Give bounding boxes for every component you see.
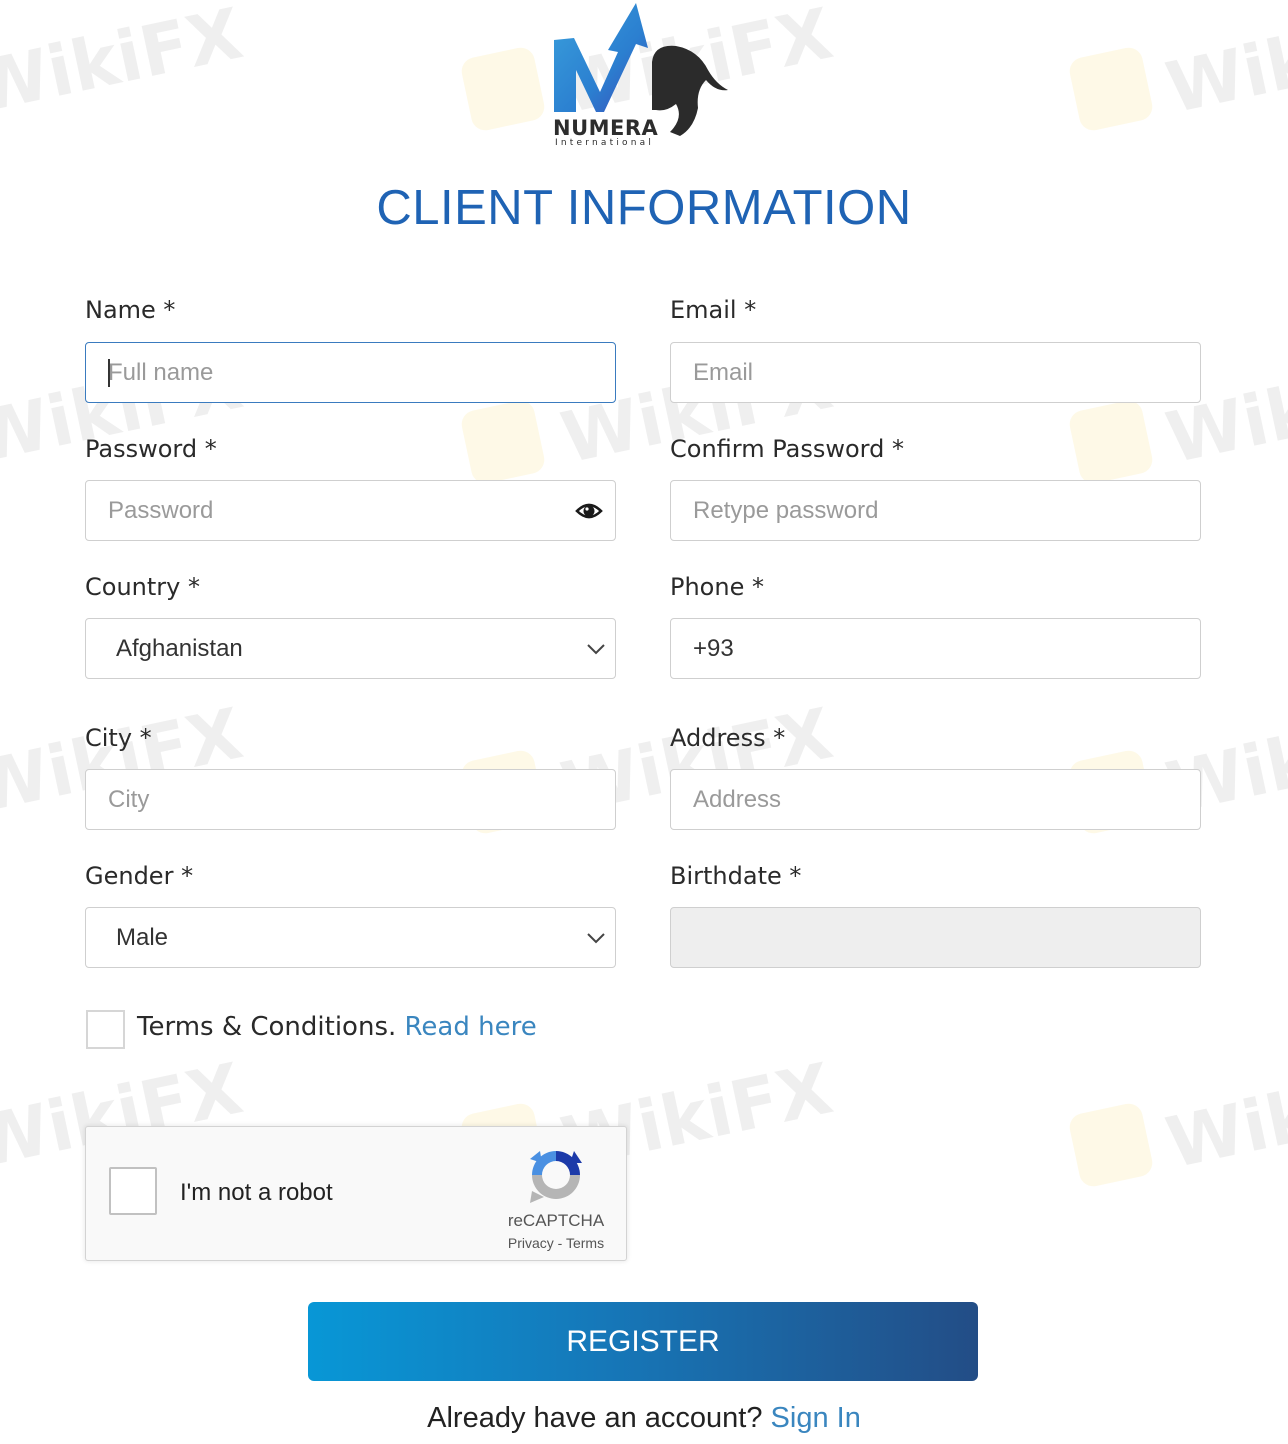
terms-read-here-link[interactable]: Read here [405, 1012, 537, 1042]
watermark-badge [1067, 45, 1155, 133]
name-placeholder: Full name [108, 358, 214, 386]
watermark-badge [459, 398, 547, 486]
password-input[interactable]: Password [85, 480, 616, 541]
terms-label: Terms & Conditions. [137, 1012, 405, 1042]
eye-icon[interactable] [575, 499, 603, 523]
brand-name: NUMERA [553, 116, 659, 140]
watermark: WikiFX [1159, 1047, 1288, 1185]
recaptcha-checkbox[interactable] [109, 1167, 157, 1215]
email-input[interactable]: Email [670, 342, 1201, 403]
terms-checkbox[interactable] [86, 1010, 125, 1049]
address-placeholder: Address [693, 785, 782, 813]
watermark: WikiFX [1159, 0, 1288, 130]
name-input[interactable]: Full name [85, 342, 616, 403]
signin-prompt: Already have an account? [427, 1402, 771, 1434]
watermark-badge [1067, 1101, 1155, 1189]
page-title: CLIENT INFORMATION [376, 181, 912, 235]
gender-selected-value: Male [116, 923, 169, 951]
phone-label: Phone * [670, 573, 764, 601]
recaptcha-label: I'm not a robot [180, 1179, 333, 1206]
birthdate-label: Birthdate * [670, 862, 802, 890]
watermark: WikiFX [0, 0, 250, 130]
confirm-password-input[interactable]: Retype password [670, 480, 1201, 541]
gender-label: Gender * [85, 862, 194, 890]
email-placeholder: Email [693, 358, 754, 386]
watermark-badge [1067, 398, 1155, 486]
signin-row: Already have an account? Sign In [0, 1402, 1288, 1435]
email-label: Email * [670, 296, 757, 324]
name-label: Name * [85, 296, 176, 324]
confirm-password-placeholder: Retype password [693, 496, 879, 524]
register-button[interactable]: REGISTER [308, 1302, 978, 1381]
brand-subtitle: International [555, 138, 655, 148]
recaptcha-privacy-link[interactable]: Privacy [508, 1235, 554, 1251]
city-label: City * [85, 724, 152, 752]
address-input[interactable]: Address [670, 769, 1201, 830]
watermark-badge [459, 45, 547, 133]
terms-text: Terms & Conditions. Read here [137, 1012, 537, 1042]
password-label: Password * [85, 435, 217, 463]
gender-select[interactable]: Male [85, 907, 616, 968]
address-label: Address * [670, 724, 786, 752]
password-placeholder: Password [108, 496, 214, 524]
chevron-down-icon [587, 644, 605, 655]
recaptcha-brand: reCAPTCHA [507, 1211, 605, 1230]
recaptcha-widget: I'm not a robot reCAPTCHA Privacy - Term… [85, 1126, 627, 1261]
recaptcha-links: Privacy - Terms [486, 1235, 626, 1251]
city-placeholder: City [108, 785, 150, 813]
phone-value: +93 [693, 634, 734, 662]
city-input[interactable]: City [85, 769, 616, 830]
chevron-down-icon [587, 933, 605, 944]
phone-input[interactable]: +93 [670, 618, 1201, 679]
country-selected-value: Afghanistan [116, 634, 243, 662]
birthdate-input[interactable] [670, 907, 1201, 968]
recaptcha-separator: - [553, 1235, 566, 1251]
confirm-password-label: Confirm Password * [670, 435, 904, 463]
recaptcha-icon [530, 1151, 582, 1203]
recaptcha-terms-link[interactable]: Terms [566, 1235, 604, 1251]
country-label: Country * [85, 573, 200, 601]
sign-in-link[interactable]: Sign In [771, 1402, 861, 1434]
country-select[interactable]: Afghanistan [85, 618, 616, 679]
